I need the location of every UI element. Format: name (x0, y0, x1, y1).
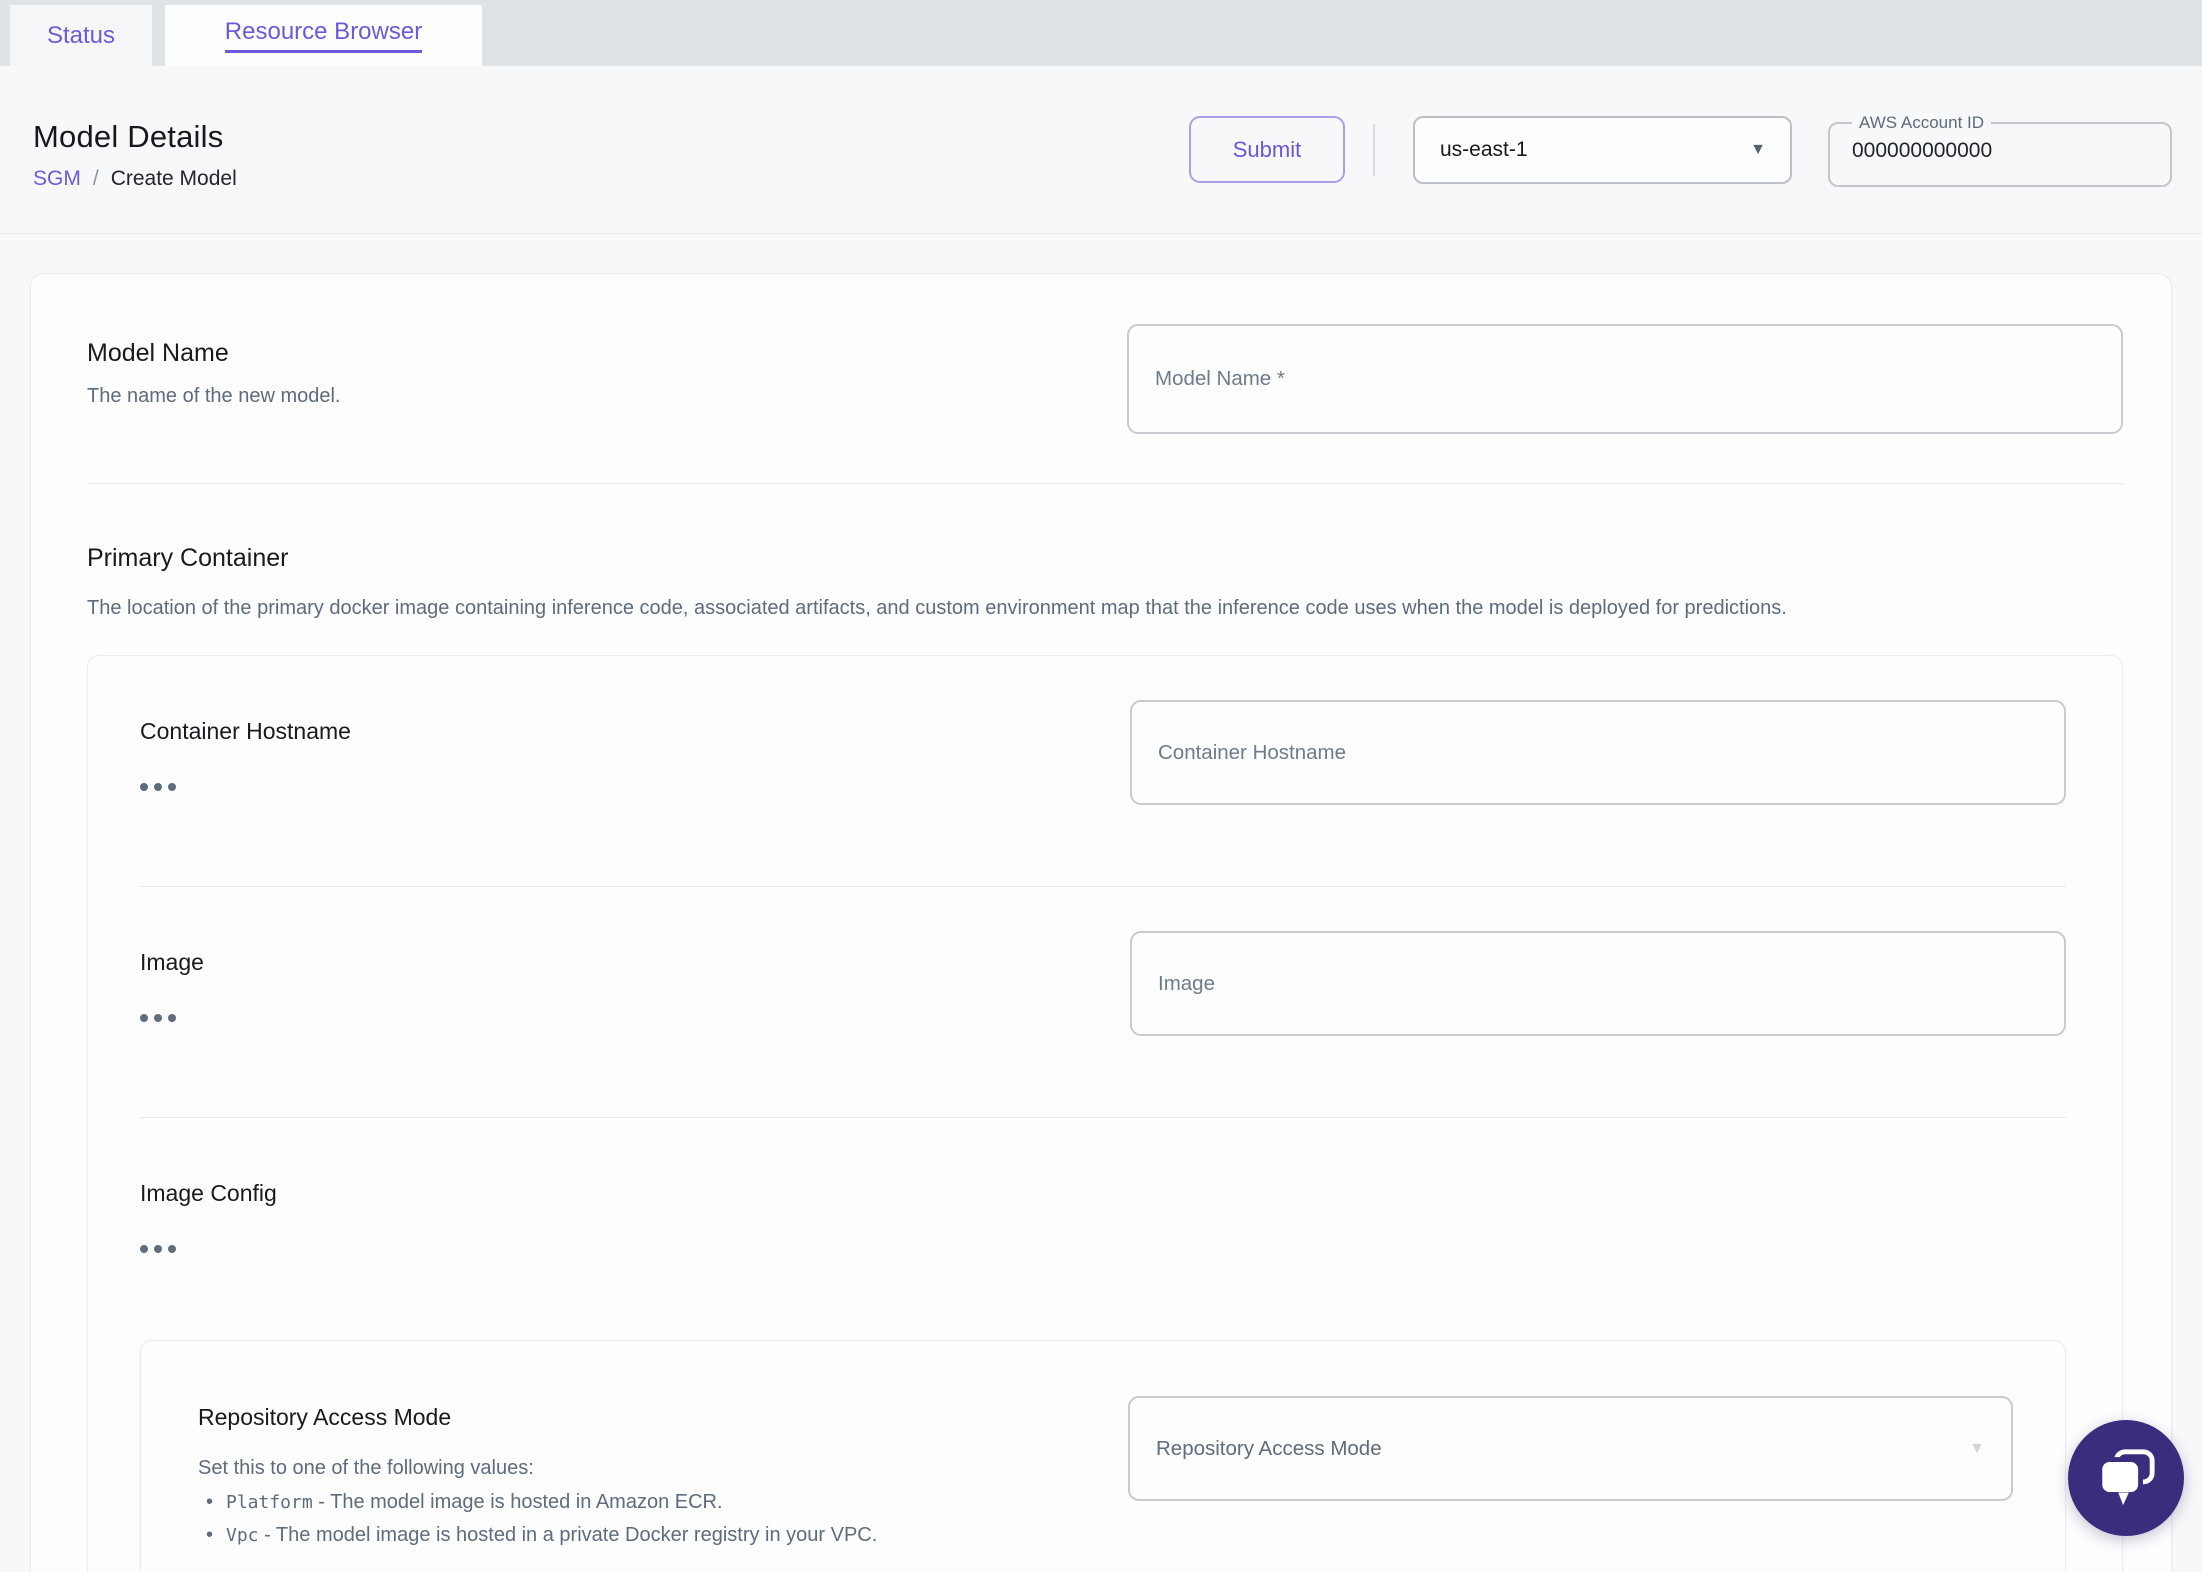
aws-account-id-field: AWS Account ID (1828, 112, 2172, 187)
model-name-info: Model Name The name of the new model. (87, 324, 1127, 408)
page-title: Model Details (33, 118, 224, 154)
section-divider (87, 483, 2123, 484)
chevron-down-icon: ▼ (1750, 140, 1766, 158)
image-config-label: Image Config (140, 1180, 277, 1206)
repository-access-mode-values-list: Platform - The model image is hosted in … (198, 1486, 1088, 1552)
region-select[interactable]: us-east-1 ▼ (1413, 115, 1792, 184)
repository-access-mode-description: Set this to one of the following values: (198, 1457, 534, 1479)
ellipsis-expander-icon[interactable] (140, 1014, 1090, 1022)
primary-container-label: Primary Container (87, 544, 289, 572)
repository-access-mode-select[interactable]: Repository Access Mode ▼ (1128, 1396, 2013, 1501)
tab-status[interactable]: Status (10, 5, 152, 66)
model-name-input[interactable] (1127, 324, 2123, 434)
breadcrumb-separator: / (92, 166, 99, 190)
model-name-description: The name of the new model. (87, 385, 341, 407)
value-code: Vpc (226, 1525, 259, 1546)
tab-resource-browser[interactable]: Resource Browser (165, 5, 482, 66)
value-text: - The model image is hosted in Amazon EC… (318, 1491, 723, 1513)
container-hostname-label: Container Hostname (140, 718, 351, 744)
field-divider (140, 1117, 2066, 1118)
list-item: Vpc - The model image is hosted in a pri… (198, 1519, 1088, 1552)
value-code: Platform (226, 1492, 313, 1513)
page-header: Model Details SGM / Create Model Submit … (0, 66, 2202, 234)
model-name-row: Model Name The name of the new model. (87, 324, 2123, 434)
chat-widget-button[interactable] (2068, 1420, 2184, 1536)
container-hostname-row: Container Hostname (140, 700, 2066, 805)
repository-access-mode-info: Repository Access Mode Set this to one o… (198, 1396, 1128, 1552)
image-info: Image (140, 931, 1130, 1022)
image-input[interactable] (1130, 931, 2066, 1036)
aws-account-id-label: AWS Account ID (1859, 112, 1985, 132)
repository-access-mode-row: Repository Access Mode Set this to one o… (198, 1396, 2013, 1552)
header-actions: Submit us-east-1 ▼ AWS Account ID (1189, 112, 2172, 187)
breadcrumb-current: Create Model (110, 166, 237, 190)
tab-resource-browser-label: Resource Browser (224, 18, 423, 53)
page-header-titles: Model Details SGM / Create Model (33, 119, 237, 191)
repository-access-mode-label: Repository Access Mode (198, 1404, 452, 1430)
ellipsis-expander-icon[interactable] (140, 1245, 2026, 1253)
main-content: Model Name The name of the new model. Pr… (0, 234, 2202, 1572)
field-divider (140, 886, 2066, 887)
image-label: Image (140, 949, 204, 975)
tab-status-label: Status (46, 21, 116, 49)
image-config-row: Image Config (140, 1162, 2066, 1254)
image-config-card: Repository Access Mode Set this to one o… (140, 1340, 2066, 1572)
header-divider (1373, 123, 1375, 176)
model-details-card: Model Name The name of the new model. Pr… (30, 273, 2172, 1572)
chat-bubbles-icon (2097, 1449, 2155, 1506)
value-text: - The model image is hosted in a private… (264, 1524, 878, 1546)
submit-button[interactable]: Submit (1189, 116, 1345, 183)
primary-container-description: The location of the primary docker image… (87, 597, 1787, 619)
breadcrumb-parent-link[interactable]: SGM (33, 167, 81, 191)
repository-access-mode-placeholder: Repository Access Mode (1156, 1436, 1382, 1460)
container-hostname-info: Container Hostname (140, 700, 1130, 791)
ellipsis-expander-icon[interactable] (140, 783, 1090, 791)
image-row: Image (140, 931, 2066, 1036)
container-hostname-input[interactable] (1130, 700, 2066, 805)
aws-account-id-input[interactable] (1840, 132, 2130, 163)
chevron-down-icon: ▼ (1969, 1439, 1985, 1457)
breadcrumb: SGM / Create Model (33, 167, 237, 191)
region-select-value: us-east-1 (1440, 137, 1528, 161)
primary-container-card: Container Hostname Image Image Config (87, 655, 2123, 1572)
image-config-info: Image Config (140, 1162, 2066, 1253)
model-name-label: Model Name (87, 339, 229, 367)
list-item: Platform - The model image is hosted in … (198, 1486, 1088, 1519)
tab-bar: Status Resource Browser (0, 0, 2202, 66)
